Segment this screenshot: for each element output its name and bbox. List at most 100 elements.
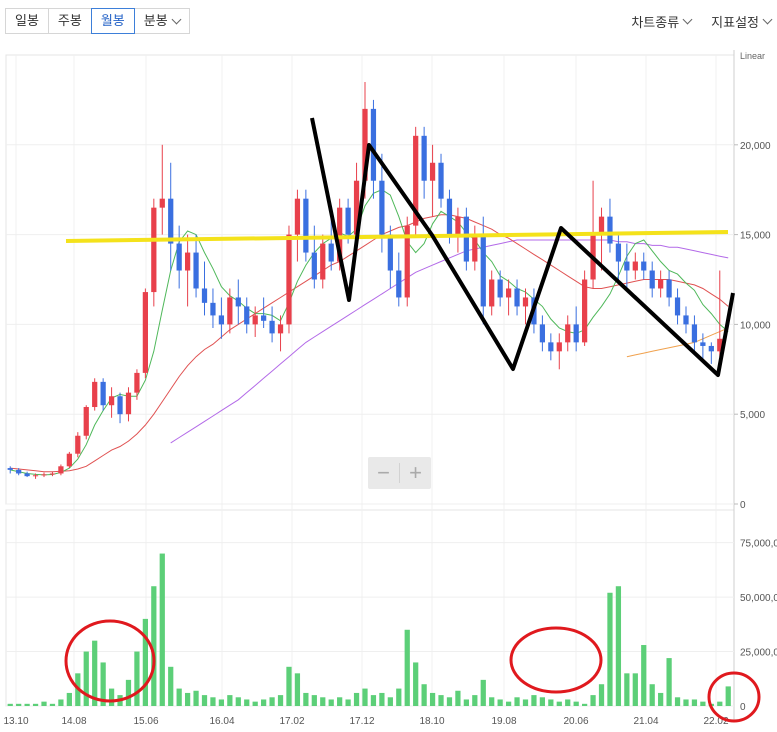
candle-body — [201, 288, 208, 303]
chart-type-dropdown[interactable]: 차트종류 — [631, 12, 693, 31]
volume-bar — [345, 699, 351, 706]
volume-tick-label: 50,000,000 — [740, 593, 777, 604]
x-tick-label: 18.10 — [419, 716, 444, 727]
volume-bar — [522, 699, 529, 706]
price-tick-label: 5,000 — [740, 410, 765, 421]
x-tick-label: 20.06 — [563, 716, 588, 727]
candle-body — [269, 320, 275, 334]
price-panel-frame — [5, 54, 735, 505]
scale-label: Linear — [740, 51, 765, 61]
trend-line-annotation — [65, 230, 729, 243]
stock-chart[interactable]: 13.10 14.08 15.06 16.04 17.02 17.12 18.10 19.08… — [0, 44, 777, 732]
volume-bar — [396, 688, 402, 706]
tab-daily[interactable]: 일봉 — [5, 8, 49, 34]
volume-bar — [573, 701, 579, 706]
candle-body — [117, 396, 123, 415]
zoom-in-button[interactable]: + — [400, 457, 431, 489]
volume-bar — [41, 701, 47, 706]
volume-bar — [142, 618, 148, 706]
candle-body — [108, 396, 115, 406]
indicator-settings-dropdown[interactable]: 지표설정 — [711, 12, 773, 31]
volume-bar — [244, 699, 250, 706]
volume-bar — [277, 695, 284, 706]
volume-bar — [455, 690, 461, 706]
volume-bar — [227, 695, 233, 706]
x-tick-label: 19.08 — [491, 716, 516, 727]
volume-bar — [658, 692, 664, 706]
candle-body — [641, 261, 647, 271]
candle-body — [244, 306, 250, 325]
volume-bar — [311, 695, 317, 706]
x-tick-label: 16.04 — [209, 716, 234, 727]
candle-body — [505, 288, 512, 298]
candle-body — [565, 324, 571, 343]
volume-tick-label: 75,000,000 — [740, 539, 777, 550]
candle-body — [387, 234, 393, 271]
candle-body — [370, 108, 377, 181]
tab-weekly[interactable]: 주봉 — [47, 8, 92, 34]
price-tick-label: 15,000 — [740, 231, 771, 242]
volume-bar — [286, 666, 292, 706]
candle-body — [683, 315, 689, 325]
volume-bar — [328, 699, 334, 706]
volume-bar — [649, 684, 655, 706]
volume-bar — [235, 697, 241, 706]
volume-bar — [7, 703, 13, 706]
zoom-control: − + — [368, 457, 431, 489]
candle-body — [100, 381, 106, 406]
volume-bar — [497, 699, 503, 706]
x-tick-label: 21.04 — [633, 716, 658, 727]
volume-bar — [92, 640, 98, 706]
volume-bar — [362, 688, 368, 706]
x-tick-label: 13.10 — [3, 716, 28, 727]
tab-minute[interactable]: 분봉 — [133, 8, 190, 34]
candle-body — [438, 162, 444, 199]
candle-body — [168, 198, 174, 244]
zigzag-annotation — [310, 117, 735, 377]
candle-body — [92, 381, 98, 408]
volume-bar — [674, 697, 681, 706]
volume-bar — [413, 662, 419, 706]
candle-body — [210, 302, 216, 316]
volume-bar — [556, 701, 562, 706]
zoom-out-button[interactable]: − — [368, 457, 399, 489]
volume-bar — [505, 701, 512, 706]
volume-bar — [691, 699, 698, 706]
candle-body — [700, 342, 706, 346]
volume-bar — [49, 703, 56, 706]
candle-body — [235, 297, 241, 307]
volume-bar — [607, 592, 613, 706]
volume-bar — [565, 699, 571, 706]
x-tick-label: 15.06 — [133, 716, 158, 727]
candle-body — [615, 243, 622, 262]
candle-body — [159, 198, 165, 208]
volume-bar — [176, 688, 182, 706]
x-tick-label: 17.02 — [279, 716, 304, 727]
chart-toolbar: 일봉 주봉 월봉 분봉 차트종류 지표설정 — [0, 0, 777, 44]
tab-monthly[interactable]: 월봉 — [90, 8, 135, 34]
volume-bar — [387, 697, 393, 706]
volume-bar — [615, 586, 622, 706]
candle-body — [539, 324, 546, 343]
volume-bar — [590, 695, 596, 706]
candle-body — [83, 407, 89, 436]
candle-body — [489, 279, 495, 307]
candle-body — [624, 261, 630, 271]
candle-body — [649, 270, 655, 289]
candle-body — [480, 234, 486, 307]
volume-bar — [210, 697, 216, 706]
candle-body — [75, 435, 81, 454]
volume-bar — [134, 651, 140, 706]
volume-bar — [125, 679, 132, 706]
candle-body — [522, 297, 529, 307]
chevron-down-icon — [762, 14, 773, 25]
volume-bar — [83, 651, 89, 706]
volume-bar — [717, 701, 723, 706]
candle-body — [193, 252, 199, 289]
candle-body — [142, 292, 148, 373]
candle-body — [396, 270, 402, 298]
candle-body — [446, 198, 453, 235]
volume-bar — [404, 629, 410, 706]
chevron-down-icon — [682, 14, 693, 25]
candle-body — [455, 216, 461, 235]
